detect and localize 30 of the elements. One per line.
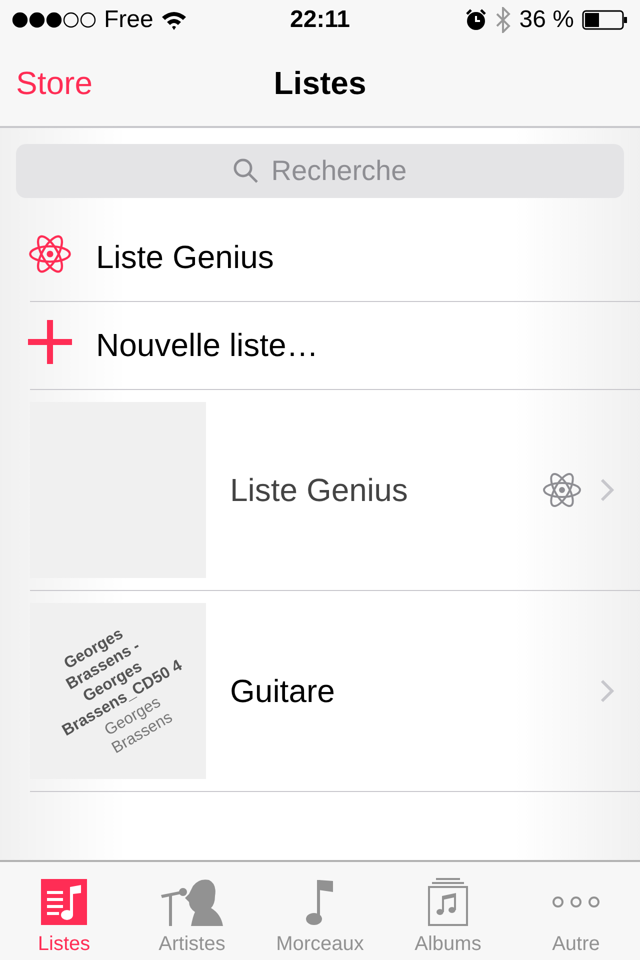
plus-icon <box>28 320 72 364</box>
search-field[interactable]: Recherche <box>16 144 624 198</box>
wifi-icon <box>161 10 188 30</box>
store-button[interactable]: Store <box>0 64 98 102</box>
nav-title: Listes <box>274 64 366 100</box>
chevron-icon <box>600 679 614 703</box>
tab[interactable]: Autre <box>512 862 640 960</box>
tab[interactable]: Artistes <box>128 862 256 960</box>
carrier-name: Free <box>104 6 154 34</box>
note-icon <box>305 878 335 926</box>
playlist-name[interactable]: Liste Genius <box>206 472 542 508</box>
chevron-icon <box>600 478 614 502</box>
battery-icon <box>582 10 628 30</box>
tab[interactable]: Listes <box>0 862 128 960</box>
list-action[interactable]: Nouvelle liste… <box>96 327 318 364</box>
bluetooth-icon <box>495 7 512 33</box>
battery-percent: 36 % <box>519 6 574 34</box>
list-action[interactable]: Liste Genius <box>96 239 274 276</box>
album-icon <box>428 878 468 926</box>
clock-time: 22:11 <box>290 6 350 34</box>
signal-icon <box>12 12 96 28</box>
playlist-name[interactable]: Guitare <box>206 672 600 710</box>
search-icon <box>233 158 260 184</box>
alarm-icon <box>465 9 488 31</box>
atom-icon <box>542 470 582 510</box>
tab[interactable]: Morceaux <box>256 862 384 960</box>
tab[interactable]: Albums <box>384 862 512 960</box>
singer-icon <box>159 878 225 926</box>
more-icon <box>551 895 601 909</box>
playlist-icon <box>41 879 87 925</box>
